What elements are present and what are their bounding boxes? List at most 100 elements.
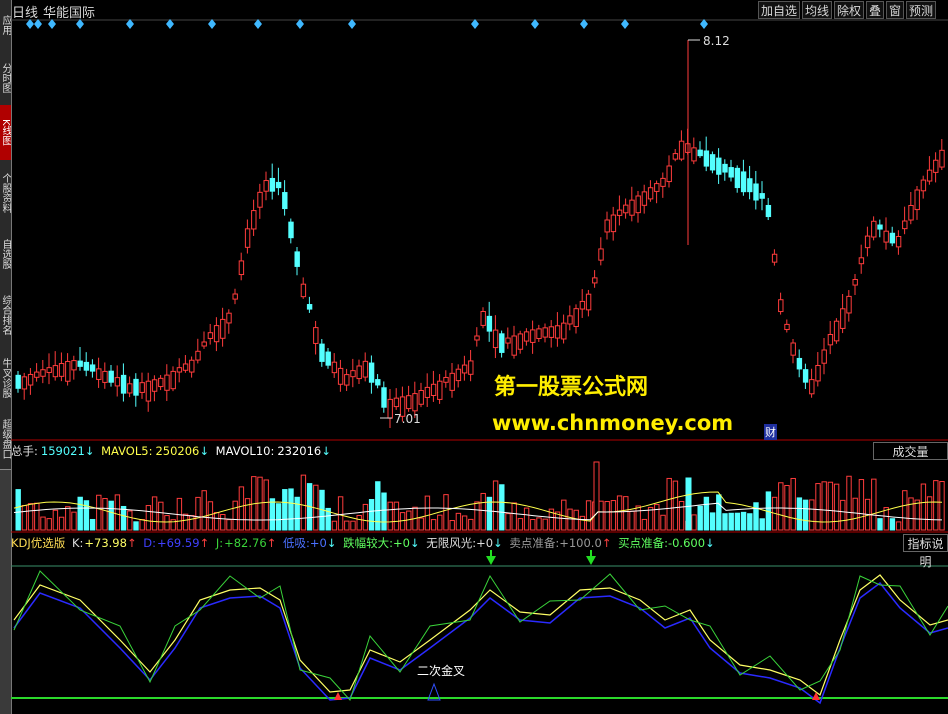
volume-bar [536, 517, 542, 531]
candle-body [542, 327, 548, 338]
candle-body [294, 251, 300, 267]
candle-body [52, 365, 59, 378]
candle-body [672, 153, 679, 160]
volume-bar [114, 494, 121, 531]
candle-body [592, 277, 598, 284]
candle-body [251, 210, 257, 230]
candle-body [313, 327, 319, 344]
volume-bar [96, 494, 102, 531]
volume-bar [344, 520, 350, 531]
candle-body [108, 370, 114, 383]
mavol5-arrow: ↓ [199, 444, 209, 458]
candle-body [158, 377, 164, 388]
candle-body [629, 199, 635, 216]
candle-body [344, 374, 350, 386]
candle-body [802, 369, 809, 383]
candle-body [678, 140, 685, 160]
big-drop-value: +0 [392, 536, 410, 550]
volume-bar [220, 513, 226, 531]
candle-body [170, 370, 176, 390]
candle-body [15, 374, 21, 389]
candle-body [480, 311, 486, 326]
volume-bar [585, 500, 592, 531]
volume-bar [189, 515, 195, 531]
volume-bar [499, 484, 505, 531]
candle-body [263, 180, 269, 192]
volume-bar [468, 518, 474, 531]
sell-prep-value: +100.0 [559, 536, 602, 550]
sell-prep-arrow: ↑ [601, 536, 612, 550]
candle-body [350, 370, 356, 378]
candle-body [65, 360, 71, 382]
candle-body [703, 150, 710, 167]
volume-bar [573, 509, 579, 531]
candle-body [858, 257, 865, 265]
mavol5-label: MAVOL5: [101, 444, 153, 458]
candle-body [418, 390, 424, 405]
volume-bar [381, 492, 387, 531]
volume-bar [27, 503, 34, 531]
volume-bar [127, 510, 133, 531]
kdj-k-line [13, 574, 948, 696]
mavol10-arrow: ↓ [321, 444, 331, 458]
candle-body [232, 293, 238, 300]
candle-body [926, 169, 933, 182]
candle-body [58, 363, 65, 377]
candle-body [356, 365, 362, 380]
kdj-name[interactable]: KDJ优选版 [11, 536, 65, 550]
candle-body [908, 205, 914, 221]
candle-body [573, 308, 579, 328]
glory-value: +0 [476, 536, 494, 550]
volume-bar [337, 496, 344, 531]
buy-prep-label: 买点准备: [618, 536, 668, 550]
indicator-help-button[interactable]: 指标说明 [903, 534, 948, 569]
candle-body [740, 171, 747, 193]
volume-bar [505, 513, 511, 531]
volume-bar [933, 480, 939, 531]
candle-body [871, 220, 877, 238]
volume-bar [350, 520, 356, 531]
volume-bar [629, 510, 635, 531]
big-drop-arrow: ↓ [409, 536, 420, 550]
candle-body [424, 386, 431, 398]
volume-bar [461, 515, 468, 531]
candle-body [331, 361, 338, 374]
volume-bar [809, 499, 815, 531]
candle-body [449, 372, 455, 391]
low-buy-arrow: ↓ [326, 536, 337, 550]
chart-canvas[interactable] [0, 0, 948, 714]
candle-body [492, 329, 499, 349]
volume-bar [238, 486, 245, 531]
volume-bar [430, 519, 437, 531]
volume-bar [678, 500, 685, 531]
volume-bar [641, 518, 648, 531]
volume-bar [133, 521, 139, 531]
candle-body [27, 373, 34, 386]
candle-body [821, 349, 827, 364]
candle-body [182, 363, 189, 371]
candle-body [102, 370, 108, 383]
candle-body [238, 260, 245, 276]
candle-body [220, 318, 226, 339]
volume-bar [567, 508, 573, 531]
total-volume-arrow: ↓ [84, 444, 95, 458]
volume-bar [226, 519, 232, 531]
volume-bar [871, 478, 877, 531]
volume-bar [282, 489, 288, 531]
volume-bar [275, 503, 282, 531]
volume-bar [213, 512, 220, 531]
volume-indicator-button[interactable]: 成交量 [873, 442, 948, 460]
volume-bar [182, 513, 189, 531]
candle-body [827, 334, 834, 346]
candle-body [213, 325, 220, 343]
finance-marker[interactable]: 财 [764, 424, 777, 440]
candle-body [635, 195, 641, 214]
candle-body [499, 333, 505, 353]
candle-body [337, 367, 344, 385]
candle-body [709, 154, 716, 171]
candle-body [21, 376, 28, 390]
candle-body [604, 219, 610, 233]
candle-body [393, 397, 400, 408]
candle-body [368, 362, 375, 383]
volume-bar [623, 496, 629, 531]
